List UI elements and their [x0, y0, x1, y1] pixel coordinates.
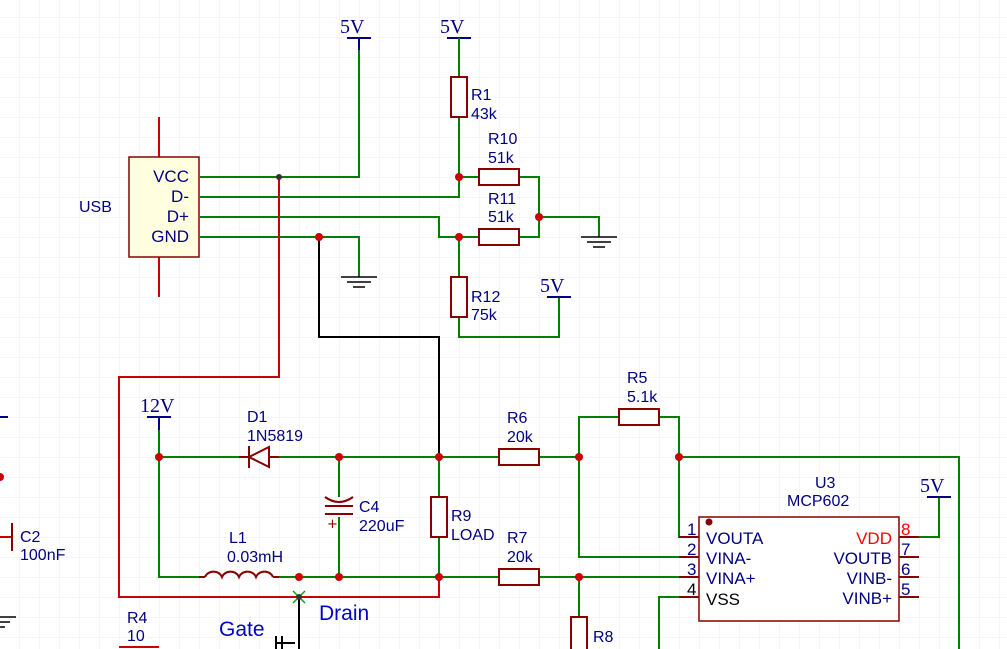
u3-pin2-label: VINA- — [706, 549, 751, 568]
svg-text:C2: C2 — [20, 529, 41, 546]
svg-text:5V: 5V — [440, 16, 465, 38]
svg-text:12V: 12V — [140, 395, 175, 417]
resistor-r4[interactable]: R4 10 — [127, 610, 148, 645]
svg-text:R10: R10 — [488, 131, 517, 148]
u3-pin1-label: VOUTA — [706, 529, 764, 548]
u3-pin4-num: 4 — [687, 580, 696, 599]
usb-name: USB — [79, 199, 112, 216]
u3-pin3-label: VINA+ — [706, 569, 756, 588]
usb-pin-dminus: D- — [171, 187, 189, 206]
svg-text:5.1k: 5.1k — [627, 389, 658, 406]
svg-text:20k: 20k — [507, 429, 534, 446]
usb-pin-gnd: GND — [151, 227, 189, 246]
schematic-canvas: USB VCC D- D+ GND 5V 5V 5V 5V 12V R1 43k… — [0, 0, 1007, 649]
svg-text:10: 10 — [127, 628, 145, 645]
svg-text:5V: 5V — [340, 16, 365, 38]
svg-text:R11: R11 — [488, 191, 516, 208]
svg-text:1N5819: 1N5819 — [247, 428, 303, 445]
svg-text:51k: 51k — [488, 150, 515, 167]
svg-text:51k: 51k — [488, 209, 515, 226]
svg-text:R8: R8 — [593, 629, 614, 646]
svg-text:U3: U3 — [815, 475, 836, 492]
svg-text:43k: 43k — [471, 106, 498, 123]
u3-pin8-num: 8 — [901, 520, 910, 539]
u3-pin8-label: VDD — [856, 529, 892, 548]
svg-text:R7: R7 — [507, 530, 528, 547]
u3-pin3-num: 3 — [687, 560, 696, 579]
svg-text:C4: C4 — [359, 499, 380, 516]
u3-pin5-label: VINB+ — [842, 589, 892, 608]
u3-pin2-num: 2 — [687, 540, 696, 559]
svg-text:R12: R12 — [471, 289, 500, 306]
u3-pin6-label: VINB- — [847, 569, 892, 588]
u3-pin1-num: 1 — [687, 520, 696, 539]
svg-text:R9: R9 — [451, 508, 472, 525]
usb-pin-vcc: VCC — [153, 167, 189, 186]
svg-text:100nF: 100nF — [20, 547, 66, 564]
svg-text:MCP602: MCP602 — [787, 493, 849, 510]
svg-text:5V: 5V — [540, 275, 565, 297]
pin1-marker — [705, 518, 713, 526]
svg-text:LOAD: LOAD — [451, 527, 495, 544]
u3-pin4-label: VSS — [706, 590, 740, 609]
svg-text:R1: R1 — [471, 87, 492, 104]
u3-pin7-label: VOUTB — [833, 549, 892, 568]
c4-plus-sign: + — [327, 517, 338, 532]
u3-pin5-num: 5 — [901, 580, 910, 599]
svg-text:75k: 75k — [471, 307, 498, 324]
svg-text:R5: R5 — [627, 370, 648, 387]
net-label-gate: Gate — [219, 618, 265, 641]
svg-text:R6: R6 — [507, 410, 528, 427]
svg-text:20k: 20k — [507, 549, 534, 566]
net-label-drain: Drain — [319, 602, 369, 625]
usb-pin-dplus: D+ — [167, 207, 189, 226]
svg-text:D1: D1 — [247, 409, 268, 426]
svg-text:0.03mH: 0.03mH — [227, 549, 283, 566]
u3-pin7-num: 7 — [901, 540, 910, 559]
svg-text:220uF: 220uF — [359, 518, 405, 535]
u3-pin6-num: 6 — [901, 560, 910, 579]
svg-text:5V: 5V — [920, 475, 945, 497]
svg-text:L1: L1 — [229, 530, 247, 547]
svg-text:R4: R4 — [127, 610, 148, 627]
